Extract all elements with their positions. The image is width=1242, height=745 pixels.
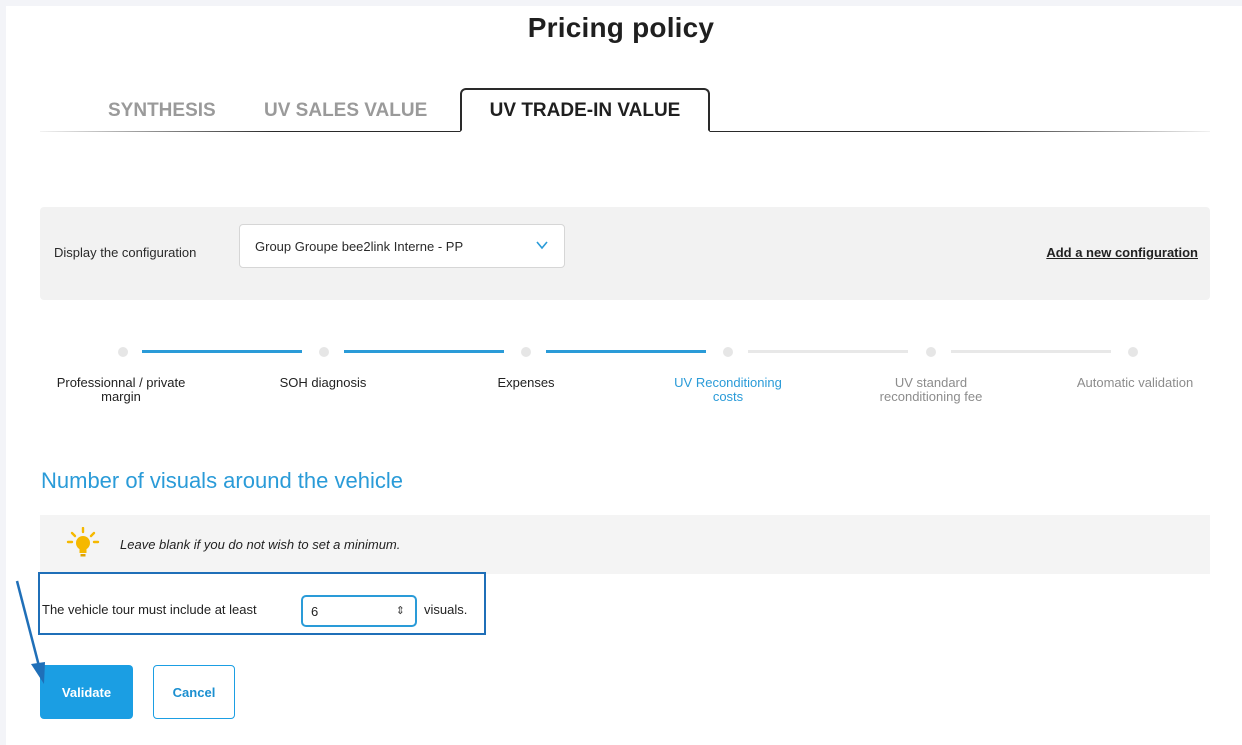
configuration-label: Display the configuration [54, 245, 197, 260]
step-connector-3 [546, 350, 706, 353]
validate-button[interactable]: Validate [40, 665, 133, 719]
step-label-uv-reconditioning-costs[interactable]: UV Reconditioning costs [668, 376, 788, 404]
hint-text: Leave blank if you do not wish to set a … [120, 537, 401, 552]
configuration-select[interactable]: Group Groupe bee2link Interne - PP [239, 224, 565, 268]
tab-uv-sales-value[interactable]: UV SALES VALUE [264, 90, 427, 132]
step-dot-6 [1128, 347, 1138, 357]
configuration-selected-value: Group Groupe bee2link Interne - PP [255, 239, 464, 254]
step-connector-1 [142, 350, 302, 353]
step-label-expenses[interactable]: Expenses [451, 376, 601, 390]
minimum-visuals-suffix: visuals. [424, 602, 468, 617]
step-label-soh-diagnosis[interactable]: SOH diagnosis [248, 376, 398, 390]
chevron-down-icon [536, 241, 548, 250]
tab-uv-trade-in-value[interactable]: UV TRADE-IN VALUE [460, 88, 710, 132]
page-title: Pricing policy [527, 12, 715, 43]
step-connector-2 [344, 350, 504, 353]
add-configuration-link[interactable]: Add a new configuration [1046, 245, 1198, 260]
minimum-visuals-input[interactable]: 6 ⇕ [301, 595, 417, 627]
cancel-button[interactable]: Cancel [153, 665, 235, 719]
minimum-visuals-prefix: The vehicle tour must include at least [42, 602, 257, 617]
step-label-automatic-validation[interactable]: Automatic validation [1060, 376, 1210, 390]
spinner-arrows-icon[interactable]: ⇕ [396, 604, 405, 617]
minimum-visuals-value: 6 [311, 604, 319, 619]
step-dot-4 [723, 347, 733, 357]
hint-box: Leave blank if you do not wish to set a … [40, 515, 1210, 574]
step-dot-3 [521, 347, 531, 357]
step-connector-4 [748, 350, 908, 353]
configuration-panel: Display the configuration Group Groupe b… [40, 207, 1210, 300]
section-title: Number of visuals around the vehicle [41, 468, 403, 493]
step-label-professional-margin[interactable]: Professionnal / private margin [46, 376, 196, 404]
step-connector-5 [951, 350, 1111, 353]
step-dot-5 [926, 347, 936, 357]
step-label-uv-standard-fee[interactable]: UV standard reconditioning fee [866, 376, 996, 404]
step-dot-1 [118, 347, 128, 357]
tab-synthesis[interactable]: SYNTHESIS [108, 90, 216, 132]
step-dot-2 [319, 347, 329, 357]
lightbulb-icon [66, 527, 100, 557]
